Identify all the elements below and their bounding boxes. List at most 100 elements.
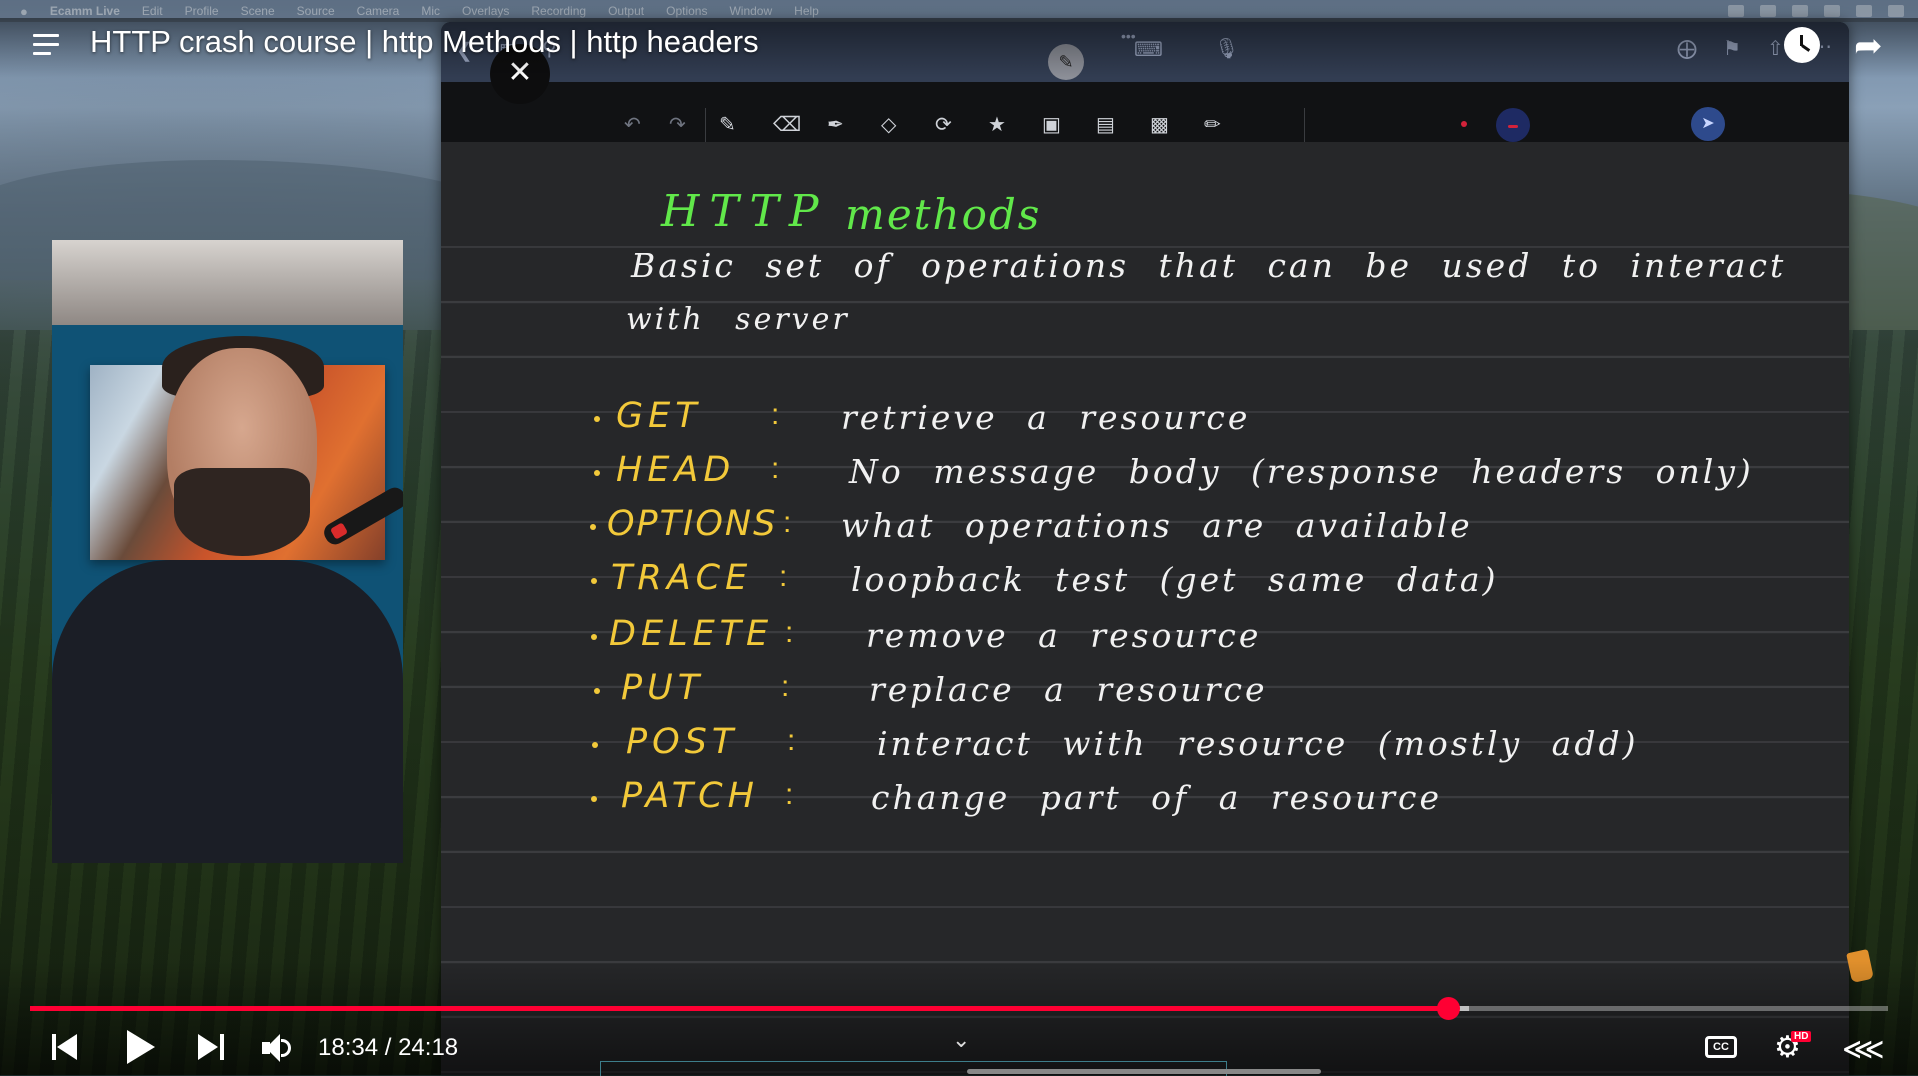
status-icon[interactable] <box>1792 5 1808 17</box>
method-row-options: OPTIONS : what operations are available <box>441 504 1849 558</box>
menubar-item-mic[interactable]: Mic <box>421 4 440 18</box>
heading-methods: methods <box>845 190 1042 239</box>
bullet <box>591 796 597 802</box>
menu-icon[interactable] <box>33 34 63 60</box>
notes-drawing-toolbar: ↶ ↷ ✎ ⌫ ✒ ◇ ⟳ ★ ▣ ▤ ▩ ✏ <box>441 82 1849 142</box>
method-row-head: HEAD : No message body (response headers… <box>441 450 1849 504</box>
menubar-item-overlays[interactable]: Overlays <box>462 4 509 18</box>
notebook-page[interactable]: HTTP methods Basic set of operations tha… <box>441 142 1849 1075</box>
bullet <box>590 524 596 530</box>
presenter-body <box>52 560 403 863</box>
method-description: retrieve a resource <box>841 398 1251 437</box>
menubar-status-icons <box>1728 5 1904 17</box>
method-description: loopback test (get same data) <box>851 560 1499 599</box>
method-name: PUT <box>621 668 705 708</box>
progress-bar[interactable] <box>30 997 1888 1020</box>
heading-http: HTTP <box>661 186 829 237</box>
bullet <box>594 470 600 476</box>
menubar-item-recording[interactable]: Recording <box>531 4 586 18</box>
bullet <box>592 742 598 748</box>
bullet <box>594 416 600 422</box>
method-description: No message body (response headers only) <box>849 452 1754 491</box>
method-name: POST <box>626 722 739 762</box>
hd-badge: HD <box>1791 1031 1812 1042</box>
method-colon: : <box>779 560 788 593</box>
menubar-item-profile[interactable]: Profile <box>185 4 219 18</box>
chevron-down-icon[interactable]: ⌄ <box>952 1027 970 1053</box>
shelf <box>52 240 403 325</box>
method-description: what operations are available <box>841 506 1473 545</box>
method-row-patch: PATCH : change part of a resource <box>441 776 1849 830</box>
method-colon: : <box>787 724 796 757</box>
apple-icon[interactable]: ● <box>20 4 28 19</box>
video-title[interactable]: HTTP crash course | http Methods | http … <box>90 24 759 60</box>
menubar-item-scene[interactable]: Scene <box>241 4 275 18</box>
menubar-item-source[interactable]: Source <box>297 4 335 18</box>
method-colon: : <box>771 452 780 485</box>
bullet <box>594 688 600 694</box>
previous-icon[interactable] <box>52 1034 78 1060</box>
method-row-post: POST : interact with resource (mostly ad… <box>441 722 1849 776</box>
highlighter-icon[interactable]: ✒ <box>827 112 844 137</box>
method-row-put: PUT : replace a resource <box>441 668 1849 722</box>
menubar-app-name[interactable]: Ecamm Live <box>50 4 120 18</box>
method-name: HEAD <box>616 450 736 490</box>
menubar-item-window[interactable]: Window <box>729 4 772 18</box>
next-icon[interactable] <box>198 1034 224 1060</box>
menubar-item-help[interactable]: Help <box>794 4 819 18</box>
color-dot-red[interactable] <box>1461 121 1467 127</box>
sticker-icon[interactable]: ★ <box>988 112 1006 137</box>
shapes-icon[interactable]: ◇ <box>881 112 896 137</box>
method-colon: : <box>781 670 790 703</box>
presenter-webcam <box>52 240 403 863</box>
menubar-item-camera[interactable]: Camera <box>357 4 400 18</box>
method-description: change part of a resource <box>871 778 1443 817</box>
menubar-item-options[interactable]: Options <box>666 4 707 18</box>
time-display: 18:34 / 24:18 <box>318 1034 458 1062</box>
menubar-item-edit[interactable]: Edit <box>142 4 163 18</box>
clock-icon[interactable] <box>1784 27 1820 63</box>
bullet <box>591 634 597 640</box>
method-colon: : <box>785 616 794 649</box>
fullscreen-exit-icon[interactable]: ⋘ <box>1842 1032 1885 1067</box>
method-colon: : <box>771 398 780 431</box>
method-row-trace: TRACE : loopback test (get same data) <box>441 558 1849 612</box>
wifi-icon[interactable] <box>1856 5 1872 17</box>
control-center-icon[interactable] <box>1888 5 1904 17</box>
volume-icon[interactable] <box>262 1034 296 1062</box>
status-icon[interactable] <box>1824 5 1840 17</box>
method-name: OPTIONS <box>607 504 778 544</box>
scrollbar-thumb[interactable] <box>967 1069 1321 1074</box>
method-row-delete: DELETE : remove a resource <box>441 614 1849 668</box>
description-line-1: Basic set of operations that can be used… <box>631 246 1787 285</box>
redo-icon[interactable]: ↷ <box>669 112 686 137</box>
menubar-item-output[interactable]: Output <box>608 4 644 18</box>
textbox-icon[interactable]: ▤ <box>1096 112 1115 137</box>
bullet <box>591 578 597 584</box>
current-time: 18:34 <box>318 1034 379 1061</box>
status-icon[interactable] <box>1760 5 1776 17</box>
play-icon[interactable] <box>127 1030 157 1064</box>
notes-app-window: ❮ ▦ ⚲ ••• ⌨ 🎙 ⨁ ⚑ ⇧ ⋯ ↶ ↷ ✎ ⌫ ✒ ◇ ⟳ ★ ▣ … <box>441 22 1849 1075</box>
color-swatch[interactable] <box>1496 108 1530 142</box>
progress-played <box>30 1006 1449 1011</box>
undo-icon[interactable]: ↶ <box>624 112 641 137</box>
time-separator: / <box>378 1034 399 1061</box>
laser-pointer-icon[interactable]: ➤ <box>1691 107 1725 141</box>
toolbar-divider <box>1304 108 1305 142</box>
method-description: remove a resource <box>866 616 1262 655</box>
scan-icon[interactable]: ▩ <box>1150 112 1169 137</box>
pencil-icon[interactable]: ✎ <box>719 112 736 137</box>
method-name: TRACE <box>611 558 753 598</box>
method-description: replace a resource <box>869 670 1268 709</box>
status-icon[interactable] <box>1728 5 1744 17</box>
image-icon[interactable]: ▣ <box>1042 112 1061 137</box>
cc-icon[interactable]: CC <box>1705 1036 1737 1058</box>
share-arrow-icon[interactable]: ➦ <box>1854 26 1883 66</box>
eraser-icon[interactable]: ⌫ <box>773 112 801 137</box>
method-name: DELETE <box>609 614 774 654</box>
method-colon: : <box>785 778 794 811</box>
presenter-beard <box>174 468 310 556</box>
lasso-icon[interactable]: ⟳ <box>935 112 952 137</box>
ruler-icon[interactable]: ✏ <box>1204 112 1221 137</box>
